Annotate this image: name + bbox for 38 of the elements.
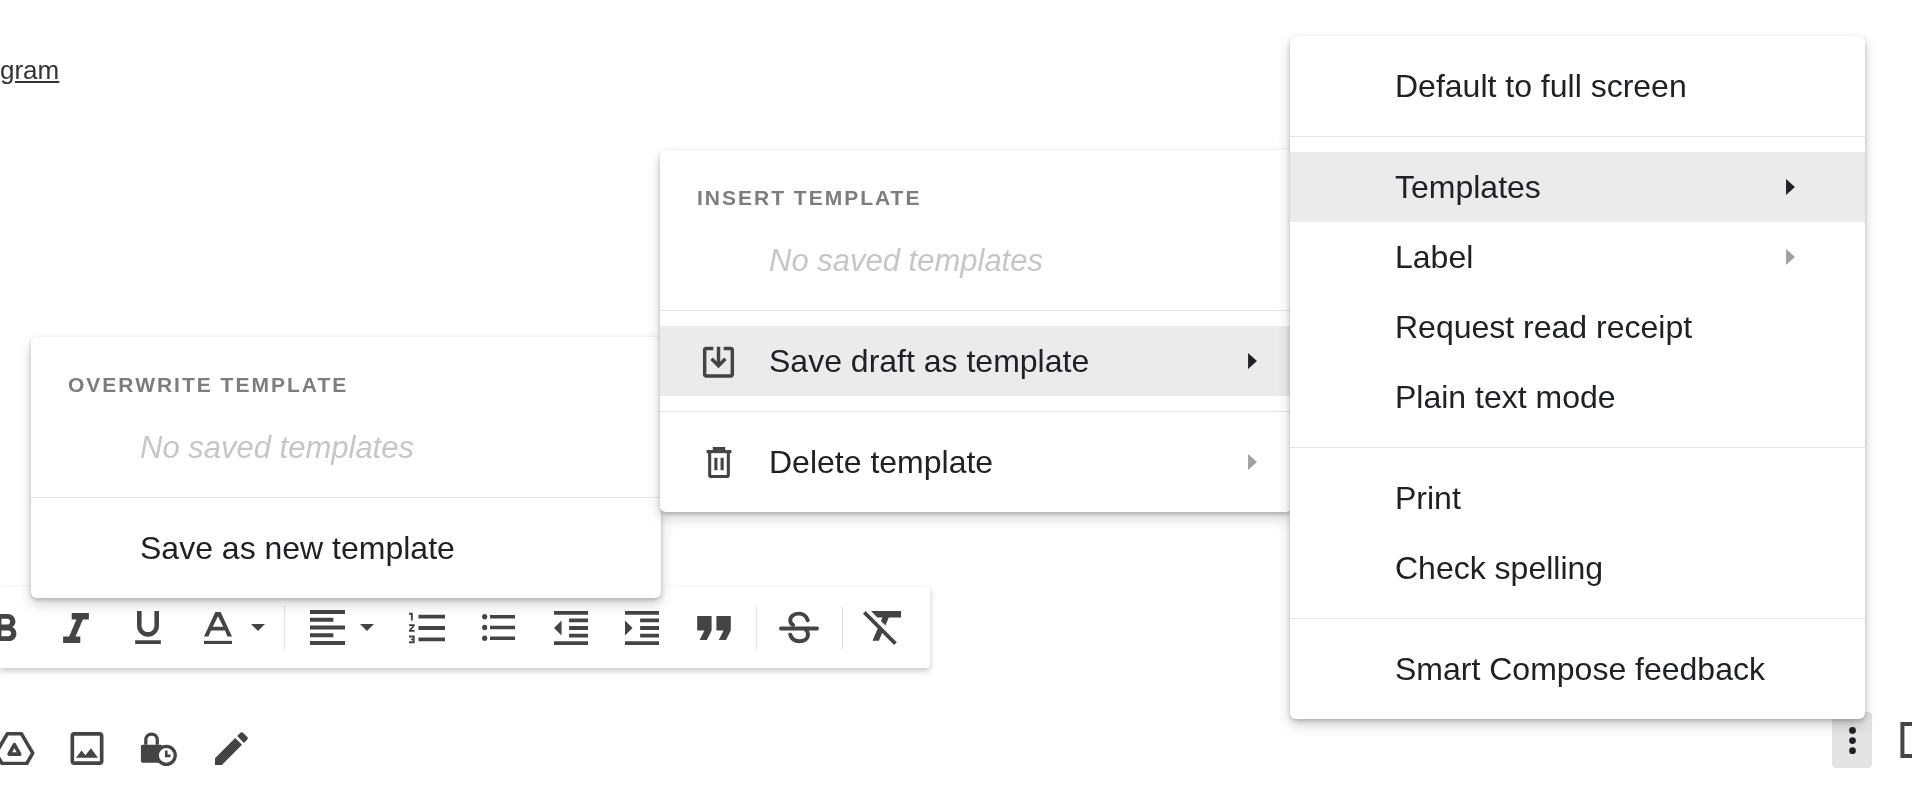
download-icon: [702, 344, 735, 378]
empty-note: No saved templates: [769, 243, 1043, 279]
menu-item[interactable]: Default to full screen: [1290, 51, 1865, 121]
menu-item[interactable]: Templates: [1290, 152, 1865, 222]
more-vertical-icon: [1848, 726, 1856, 754]
italic-icon[interactable]: [63, 612, 89, 643]
bold-icon[interactable]: [0, 614, 17, 641]
trash-icon[interactable]: [1900, 722, 1912, 758]
menu-item[interactable]: Print: [1290, 463, 1865, 533]
quote-icon[interactable]: [697, 615, 731, 640]
numbered-list-icon[interactable]: [409, 611, 445, 644]
menu-header: INSERT TEMPLATE: [697, 186, 922, 210]
image-icon[interactable]: [70, 731, 104, 765]
menu-item[interactable]: Plain text mode: [1290, 362, 1865, 432]
pen-icon[interactable]: [215, 731, 248, 765]
trash-icon: [705, 445, 733, 479]
menu-item[interactable]: Smart Compose feedback: [1290, 634, 1865, 704]
caret-down-icon[interactable]: [251, 624, 265, 631]
underline-icon[interactable]: [135, 611, 161, 644]
align-left-icon[interactable]: [310, 610, 345, 645]
link[interactable]: gram: [0, 55, 60, 85]
decrease-indent-icon[interactable]: [554, 610, 588, 645]
menu-header: OVERWRITE TEMPLATE: [68, 373, 349, 397]
menu-item[interactable]: Label: [1290, 222, 1865, 292]
clear-formatting-icon[interactable]: [863, 610, 901, 645]
drive-icon[interactable]: [0, 731, 35, 765]
menu-item[interactable]: Save draft as template: [660, 326, 1292, 396]
text-color-icon[interactable]: [204, 611, 232, 644]
menu-item[interactable]: Request read receipt: [1290, 292, 1865, 362]
increase-indent-icon[interactable]: [625, 610, 659, 645]
strikethrough-icon[interactable]: [779, 610, 819, 645]
menu-item[interactable]: Check spelling: [1290, 533, 1865, 603]
caret-down-icon[interactable]: [360, 624, 374, 631]
empty-note: No saved templates: [140, 430, 414, 466]
lock-clock-icon[interactable]: [139, 730, 178, 766]
bulleted-list-icon[interactable]: [482, 614, 515, 641]
menu-item[interactable]: Delete template: [660, 427, 1292, 497]
menu-item[interactable]: Save as new template: [31, 513, 661, 583]
